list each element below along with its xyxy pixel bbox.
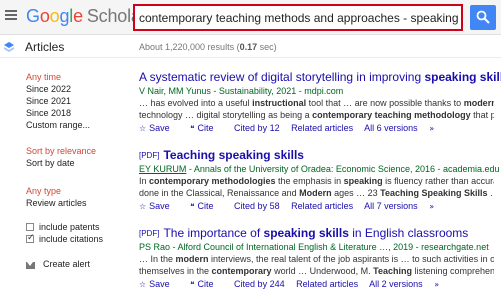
envelope-icon: [26, 262, 35, 269]
filter-any-time[interactable]: Any time: [26, 72, 61, 82]
result-snippet: In contemporary methodologies the emphas…: [139, 176, 494, 198]
all-versions-link[interactable]: All 6 versions: [364, 123, 418, 133]
hamburger-menu-icon[interactable]: [5, 10, 17, 20]
star-icon: ☆: [139, 202, 147, 211]
result-title[interactable]: [PDF] Teaching speaking skills: [139, 148, 304, 162]
articles-label: Articles: [25, 40, 65, 54]
save-button[interactable]: ☆ Save: [139, 201, 179, 211]
cite-button[interactable]: ❝ Cite: [190, 201, 222, 211]
result-snippet: … In the modern interviews, the real tal…: [139, 254, 494, 276]
result-snippet: … has evolved into a useful instructiona…: [139, 98, 494, 120]
result-authors: EY KURUM - Annals of the University of O…: [139, 164, 500, 174]
pdf-tag[interactable]: [PDF]: [139, 151, 159, 160]
include-patents-label: include patents: [39, 222, 100, 232]
all-versions-link[interactable]: All 7 versions: [364, 201, 418, 211]
result-authors: V Nair, MM Yunus - Sustainability, 2021 …: [139, 86, 344, 96]
filter-since-2021[interactable]: Since 2021: [26, 96, 71, 106]
more-icon[interactable]: »: [429, 202, 434, 211]
include-patents-checkbox[interactable]: [26, 223, 34, 231]
save-button[interactable]: ☆ Save: [139, 123, 179, 133]
quote-icon: ❝: [190, 280, 195, 289]
result-title[interactable]: [PDF] The importance of speaking skills i…: [139, 226, 468, 240]
result-title[interactable]: A systematic review of digital storytell…: [139, 70, 501, 84]
all-versions-link[interactable]: All 2 versions: [369, 279, 423, 289]
star-icon: ☆: [139, 280, 147, 289]
related-articles-link[interactable]: Related articles: [296, 279, 358, 289]
include-citations-label: include citations: [39, 234, 104, 244]
more-icon[interactable]: »: [429, 124, 434, 133]
quote-icon: ❝: [190, 202, 195, 211]
cite-button[interactable]: ❝ Cite: [190, 279, 222, 289]
filter-since-2022[interactable]: Since 2022: [26, 84, 71, 94]
cited-by-link[interactable]: Cited by 244: [234, 279, 285, 289]
filter-custom-range[interactable]: Custom range...: [26, 120, 90, 130]
pdf-tag[interactable]: [PDF]: [139, 229, 159, 238]
result-actions: ☆ Save ❝ Cite Cited by 244 Related article…: [139, 279, 448, 289]
cited-by-link[interactable]: Cited by 58: [234, 201, 280, 211]
result-actions: ☆ Save ❝ Cite Cited by 12 Related articles…: [139, 123, 443, 133]
search-button[interactable]: [470, 5, 496, 30]
google-scholar-logo[interactable]: Google Scholar: [26, 6, 147, 27]
cited-by-link[interactable]: Cited by 12: [234, 123, 280, 133]
sort-by-relevance[interactable]: Sort by relevance: [26, 146, 96, 156]
create-alert-link[interactable]: Create alert: [43, 259, 90, 269]
filter-review-articles[interactable]: Review articles: [26, 198, 87, 208]
top-bar: Google Scholar: [0, 0, 501, 35]
filter-since-2018[interactable]: Since 2018: [26, 108, 71, 118]
filter-any-type[interactable]: Any type: [26, 186, 61, 196]
save-button[interactable]: ☆ Save: [139, 279, 179, 289]
search-box: [133, 4, 463, 31]
divider: [0, 57, 501, 58]
result-actions: ☆ Save ❝ Cite Cited by 58 Related articles…: [139, 201, 443, 211]
results-count: About 1,220,000 results (0.17 sec): [139, 42, 277, 52]
sort-by-date[interactable]: Sort by date: [26, 158, 75, 168]
search-input[interactable]: [139, 10, 459, 26]
search-icon: [476, 10, 490, 24]
related-articles-link[interactable]: Related articles: [291, 201, 353, 211]
more-icon[interactable]: »: [434, 280, 439, 289]
articles-icon: [4, 42, 14, 52]
result-authors: PS Rao - Alford Council of International…: [139, 242, 489, 252]
quote-icon: ❝: [190, 124, 195, 133]
cite-button[interactable]: ❝ Cite: [190, 123, 222, 133]
star-icon: ☆: [139, 124, 147, 133]
include-citations-checkbox[interactable]: [26, 233, 35, 243]
related-articles-link[interactable]: Related articles: [291, 123, 353, 133]
